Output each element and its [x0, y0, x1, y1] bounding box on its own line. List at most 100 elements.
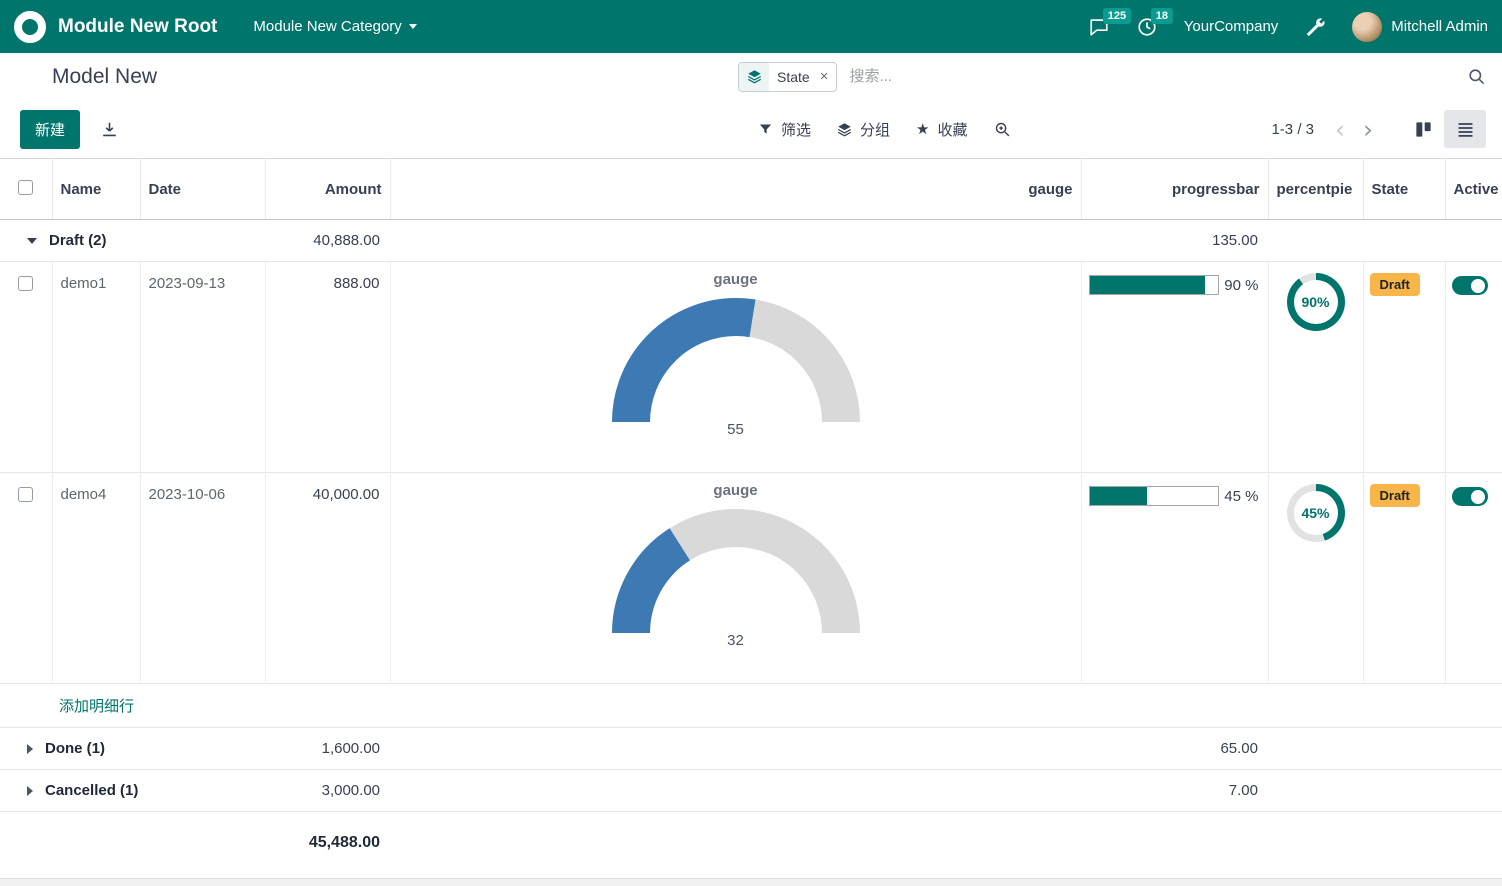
column-header-gauge[interactable]: gauge — [390, 159, 1081, 220]
percentpie: 90% — [1287, 273, 1345, 331]
column-header-date[interactable]: Date — [140, 159, 265, 220]
column-header-active[interactable]: Active — [1445, 159, 1502, 220]
cell-name[interactable]: demo4 — [52, 473, 140, 684]
select-all-checkbox[interactable] — [18, 180, 33, 195]
app-root-menu[interactable]: Module New Root — [58, 16, 217, 38]
group-toggle-cell[interactable]: Done (1) — [0, 728, 140, 770]
cell-date[interactable]: 2023-09-13 — [140, 262, 265, 473]
new-button[interactable]: 新建 — [20, 110, 80, 149]
activities-button[interactable]: 18 — [1136, 16, 1158, 38]
group-row-done[interactable]: Done (1) 1,600.00 65.00 — [0, 728, 1502, 770]
group-row-draft[interactable]: Draft (2) 40,888.00 135.00 — [0, 220, 1502, 262]
expand-search-icon[interactable] — [994, 121, 1011, 138]
cell-amount[interactable]: 888.00 — [265, 262, 390, 473]
cell-state[interactable]: Draft — [1363, 473, 1445, 684]
cell-percentpie[interactable]: 90% — [1268, 262, 1363, 473]
progress-label: 45 % — [1224, 488, 1258, 505]
row-checkbox[interactable] — [18, 276, 33, 291]
user-name: Mitchell Admin — [1391, 18, 1488, 35]
favorites-button[interactable]: ★ 收藏 — [916, 119, 967, 140]
debug-tools-button[interactable] — [1304, 16, 1326, 38]
layers-icon — [739, 63, 769, 91]
table-row[interactable]: demo1 2023-09-13 888.00 gauge 55 — [0, 262, 1502, 473]
list-icon — [1456, 120, 1475, 139]
caret-expanded-icon[interactable] — [27, 238, 37, 244]
activities-count-badge: 18 — [1151, 8, 1173, 24]
cell-active[interactable] — [1445, 262, 1502, 473]
cell-progressbar[interactable]: 45 % — [1081, 473, 1268, 684]
group-amount: 40,888.00 — [265, 220, 390, 262]
header-row: Name Date Amount gauge progressbar perce… — [0, 159, 1502, 220]
add-line-row[interactable]: 添加明细行 — [0, 684, 1502, 728]
cell-date[interactable]: 2023-10-06 — [140, 473, 265, 684]
horizontal-scrollbar[interactable] — [0, 878, 1502, 886]
group-progress-total: 7.00 — [1081, 770, 1268, 812]
group-amount: 1,600.00 — [265, 728, 390, 770]
list-view-button[interactable] — [1444, 110, 1486, 148]
pager-previous-button[interactable]: ‹ — [1330, 117, 1350, 142]
star-icon: ★ — [916, 122, 929, 137]
row-checkbox[interactable] — [18, 487, 33, 502]
messages-count-badge: 125 — [1103, 8, 1131, 24]
pie-label: 45% — [1301, 505, 1329, 521]
group-toggle-cell[interactable]: Cancelled (1) — [0, 770, 140, 812]
gauge-value: 32 — [596, 632, 876, 649]
pager-next-button[interactable]: › — [1358, 117, 1378, 142]
caret-collapsed-icon[interactable] — [27, 786, 33, 796]
app-logo-icon[interactable] — [14, 11, 46, 43]
group-by-button[interactable]: 分组 — [837, 119, 890, 140]
chevron-down-icon — [409, 24, 417, 29]
gauge-value: 55 — [596, 421, 876, 438]
kanban-view-button[interactable] — [1402, 110, 1444, 148]
cell-name[interactable]: demo1 — [52, 262, 140, 473]
group-row-cancelled[interactable]: Cancelled (1) 3,000.00 7.00 — [0, 770, 1502, 812]
progressbar — [1089, 275, 1219, 295]
cell-progressbar[interactable]: 90 % — [1081, 262, 1268, 473]
gauge-chart — [596, 292, 876, 442]
filter-button[interactable]: 筛选 — [758, 119, 811, 140]
facet-remove-icon[interactable]: × — [818, 68, 837, 85]
company-switcher[interactable]: YourCompany — [1184, 18, 1279, 35]
column-header-percentpie[interactable]: percentpie — [1268, 159, 1363, 220]
column-header-progressbar[interactable]: progressbar — [1081, 159, 1268, 220]
export-icon[interactable] — [100, 120, 119, 139]
app-window: Module New Root Module New Category 125 … — [0, 0, 1502, 886]
cell-active[interactable] — [1445, 473, 1502, 684]
group-toggle-cell[interactable]: Draft (2) — [0, 220, 140, 262]
user-menu[interactable]: Mitchell Admin — [1352, 12, 1488, 42]
gauge-title: gauge — [596, 482, 876, 499]
search-bar[interactable]: State × — [738, 62, 1486, 92]
state-badge: Draft — [1370, 484, 1420, 507]
category-menu-label: Module New Category — [253, 18, 401, 35]
table-row[interactable]: demo4 2023-10-06 40,000.00 gauge 32 — [0, 473, 1502, 684]
navbar-systray: 125 18 YourCompany Mitchell Admin — [1088, 12, 1488, 42]
column-header-amount[interactable]: Amount — [265, 159, 390, 220]
row-select-cell[interactable] — [0, 262, 52, 473]
search-facet-state[interactable]: State × — [738, 62, 837, 92]
breadcrumb-title: Model New — [52, 65, 157, 89]
active-toggle[interactable] — [1452, 487, 1488, 506]
active-toggle[interactable] — [1452, 276, 1488, 295]
category-menu[interactable]: Module New Category — [253, 18, 416, 35]
caret-collapsed-icon[interactable] — [27, 744, 33, 754]
cell-percentpie[interactable]: 45% — [1268, 473, 1363, 684]
cell-amount[interactable]: 40,000.00 — [265, 473, 390, 684]
add-line-link[interactable]: 添加明细行 — [53, 698, 134, 715]
cell-gauge[interactable]: gauge 32 — [390, 473, 1081, 684]
funnel-icon — [758, 122, 773, 137]
header-select-all-cell[interactable] — [0, 159, 52, 220]
cell-gauge[interactable]: gauge 55 — [390, 262, 1081, 473]
pie-label: 90% — [1301, 294, 1329, 310]
column-header-name[interactable]: Name — [52, 159, 140, 220]
progressbar — [1089, 486, 1219, 506]
search-icon[interactable] — [1467, 67, 1486, 86]
percentpie: 45% — [1287, 484, 1345, 542]
cell-state[interactable]: Draft — [1363, 262, 1445, 473]
gauge-title: gauge — [596, 271, 876, 288]
layers-icon — [837, 122, 852, 137]
messages-button[interactable]: 125 — [1088, 16, 1110, 38]
column-header-state[interactable]: State — [1363, 159, 1445, 220]
control-panel-bottom: 新建 筛选 分组 ★ 收藏 1-3 / 3 — [0, 100, 1502, 158]
search-input[interactable] — [847, 67, 1459, 86]
row-select-cell[interactable] — [0, 473, 52, 684]
